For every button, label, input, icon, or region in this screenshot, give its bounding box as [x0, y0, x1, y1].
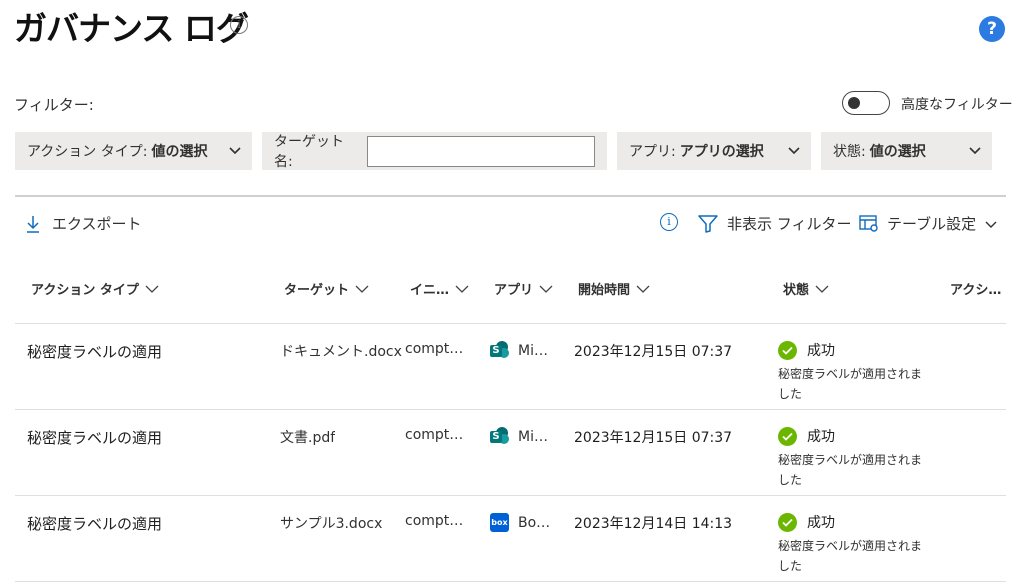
success-check-icon: [778, 426, 797, 446]
action-type-label: アクション タイプ:: [27, 144, 148, 160]
table-row[interactable]: 秘密度ラベルの適用 ドキュメント.docx compt… S Mi… 2023年…: [15, 324, 1006, 410]
sharepoint-icon: S: [490, 427, 509, 446]
start-time-cell: 2023年12月15日 07:37: [574, 344, 733, 360]
column-header-actions[interactable]: アクシ…: [950, 279, 1001, 298]
advanced-filter-label: 高度なフィルター: [901, 97, 1013, 113]
target-cell[interactable]: ドキュメント.docx: [280, 341, 402, 361]
chevron-down-icon: [539, 285, 553, 293]
chevron-down-icon: [788, 147, 800, 155]
info-icon[interactable]: i: [230, 16, 248, 34]
state-cell: 成功 秘密度ラベルが適用されました: [778, 512, 928, 576]
sharepoint-icon: S: [490, 341, 509, 360]
advanced-filter-toggle[interactable]: [842, 91, 890, 115]
divider: [15, 195, 1006, 197]
column-header-app[interactable]: アプリ: [494, 279, 553, 298]
action-type-cell: 秘密度ラベルの適用: [27, 429, 163, 447]
action-type-value: 値の選択: [151, 144, 208, 160]
column-header-action-type[interactable]: アクション タイプ: [31, 279, 159, 298]
export-button[interactable]: エクスポート: [26, 213, 142, 234]
hide-filter-button[interactable]: 非表示 フィルター: [698, 213, 851, 234]
action-type-dropdown[interactable]: アクション タイプ: 値の選択: [15, 132, 252, 170]
success-check-icon: [778, 340, 797, 360]
initiator-cell: compt…: [405, 341, 464, 357]
start-time-cell: 2023年12月14日 14:13: [574, 516, 733, 532]
column-header-state[interactable]: 状態: [783, 279, 829, 298]
action-type-cell: 秘密度ラベルの適用: [27, 343, 163, 361]
column-header-label: アクシ…: [950, 283, 1002, 298]
state-cell: 成功 秘密度ラベルが適用されました: [778, 340, 928, 404]
state-label: 状態:: [833, 144, 866, 160]
app-name: Mi…: [518, 342, 548, 359]
app-label: アプリ:: [629, 144, 676, 160]
app-cell: S Mi…: [490, 427, 550, 446]
toggle-knob: [848, 97, 860, 109]
success-check-icon: [778, 512, 797, 532]
state-description: 秘密度ラベルが適用されました: [778, 453, 923, 487]
chevron-down-icon: [229, 147, 241, 155]
table-settings-label: テーブル設定: [887, 215, 977, 233]
column-header-label: アプリ: [494, 283, 534, 298]
target-cell[interactable]: 文書.pdf: [280, 427, 335, 447]
help-icon[interactable]: ?: [979, 16, 1005, 42]
app-name: Mi…: [518, 428, 548, 445]
state-text: 成功: [807, 343, 835, 359]
state-value: 値の選択: [869, 144, 926, 160]
app-name: Bo…: [518, 514, 550, 531]
export-label: エクスポート: [52, 215, 142, 233]
chevron-down-icon: [815, 285, 829, 293]
table-row[interactable]: 秘密度ラベルの適用 文書.pdf compt… S Mi… 2023年12月15…: [15, 410, 1006, 496]
chevron-down-icon: [969, 147, 981, 155]
state-description: 秘密度ラベルが適用されました: [778, 367, 923, 401]
initiator-cell: compt…: [405, 513, 464, 529]
target-name-label: ターゲット名:: [274, 134, 344, 170]
chevron-down-icon: [145, 285, 159, 293]
app-cell: box Bo…: [490, 513, 550, 532]
initiator-cell: compt…: [405, 427, 464, 443]
app-dropdown[interactable]: アプリ: アプリの選択: [617, 132, 811, 170]
target-name-input[interactable]: [366, 135, 595, 167]
state-text: 成功: [807, 515, 835, 531]
table-settings-icon: [859, 214, 878, 232]
column-header-label: 状態: [783, 283, 810, 298]
chevron-down-icon: [455, 285, 469, 293]
column-header-label: イニ…: [410, 283, 450, 298]
chevron-down-icon: [355, 285, 369, 293]
column-header-initiator[interactable]: イニ…: [410, 279, 469, 298]
filter-icon: [698, 214, 718, 233]
column-header-label: ターゲット: [284, 283, 350, 298]
state-dropdown[interactable]: 状態: 値の選択: [821, 132, 992, 170]
state-description: 秘密度ラベルが適用されました: [778, 539, 923, 573]
chevron-down-icon: [636, 285, 650, 293]
app-cell: S Mi…: [490, 341, 550, 360]
page-title: ガバナンス ログ: [14, 9, 249, 48]
state-cell: 成功 秘密度ラベルが適用されました: [778, 426, 928, 490]
download-icon: [27, 215, 39, 233]
info-icon[interactable]: i: [660, 213, 678, 231]
column-header-label: アクション タイプ: [31, 283, 139, 298]
table-row[interactable]: 秘密度ラベルの適用 サンプル3.docx compt… box Bo… 2023…: [15, 496, 1006, 582]
column-header-start-time[interactable]: 開始時間: [578, 279, 650, 298]
column-header-label: 開始時間: [578, 283, 631, 298]
action-type-cell: 秘密度ラベルの適用: [27, 515, 163, 533]
table-settings-button[interactable]: テーブル設定: [859, 213, 1006, 234]
box-icon: box: [490, 513, 509, 532]
filter-label: フィルター:: [14, 96, 94, 114]
start-time-cell: 2023年12月15日 07:37: [574, 430, 733, 446]
app-value: アプリの選択: [679, 144, 764, 160]
chevron-down-icon: [985, 221, 997, 228]
state-text: 成功: [807, 429, 835, 445]
target-cell[interactable]: サンプル3.docx: [280, 513, 382, 533]
column-header-target[interactable]: ターゲット: [284, 279, 369, 298]
hide-filter-label: 非表示 フィルター: [727, 215, 852, 233]
target-name-filter: ターゲット名:: [262, 132, 607, 170]
